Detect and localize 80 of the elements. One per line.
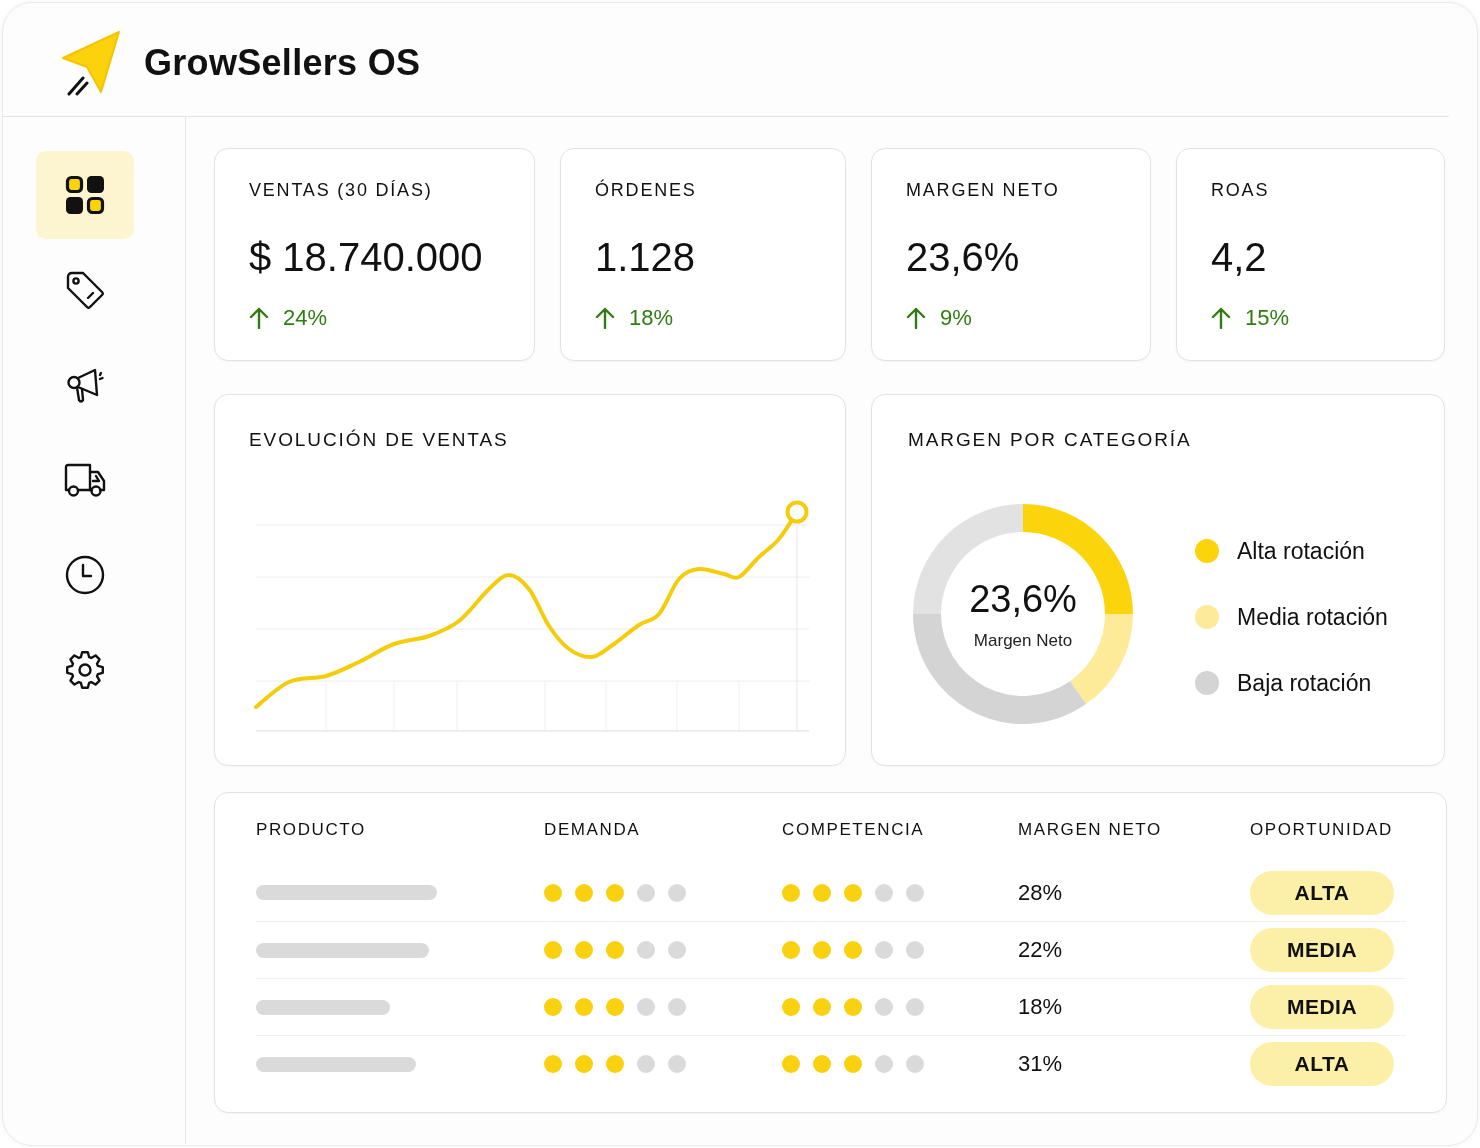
rating-dot-icon bbox=[637, 1055, 655, 1073]
margin-value: 22% bbox=[1018, 936, 1063, 964]
rating-dot-icon bbox=[668, 1055, 686, 1073]
rating-dot-icon bbox=[844, 1055, 862, 1073]
rating-dot-icon bbox=[544, 883, 562, 902]
column-header: MARGEN NETO bbox=[1018, 819, 1163, 841]
rating-dot-icon bbox=[575, 941, 593, 959]
rating-dot-icon bbox=[844, 883, 862, 902]
tag-icon bbox=[65, 270, 105, 310]
rating-dot-icon bbox=[606, 941, 624, 959]
rating-dot-icon bbox=[906, 941, 924, 959]
clock-icon bbox=[65, 555, 105, 595]
kpi-value: 23,6% bbox=[906, 234, 1021, 281]
kpi-change: 24% bbox=[283, 304, 328, 332]
legend-label: Alta rotación bbox=[1237, 537, 1365, 566]
kpi-label: ÓRDENES bbox=[595, 178, 698, 202]
rating-dot-icon bbox=[813, 998, 831, 1016]
column-header: COMPETENCIA bbox=[782, 819, 926, 841]
rating-dot-icon bbox=[813, 1055, 831, 1073]
rating-dot-icon bbox=[782, 941, 800, 959]
rating-dot-icon bbox=[906, 998, 924, 1016]
legend-label: Baja rotación bbox=[1237, 669, 1372, 698]
rating-dot-icon bbox=[668, 998, 686, 1016]
rating-dot-icon bbox=[844, 941, 862, 959]
kpi-label: ROAS bbox=[1211, 179, 1271, 202]
kpi-change: 18% bbox=[629, 304, 674, 332]
rating-dot-icon bbox=[575, 998, 593, 1016]
rating-dot-icon bbox=[544, 1055, 562, 1073]
opportunity-badge: MEDIA bbox=[1250, 985, 1394, 1029]
endpoint-marker-icon bbox=[785, 500, 809, 524]
rating-dot-icon bbox=[637, 998, 655, 1016]
rating-dot-icon bbox=[575, 1055, 593, 1073]
rating-dot-icon bbox=[813, 941, 831, 959]
opportunity-badge: ALTA bbox=[1250, 1042, 1394, 1086]
rating-dot-icon bbox=[906, 1055, 924, 1073]
opportunity-badge: ALTA bbox=[1250, 870, 1394, 915]
rating-dot-icon bbox=[544, 941, 562, 959]
settings-icon bbox=[65, 650, 105, 690]
rating-dot-icon bbox=[875, 941, 893, 959]
kpi-value: 1.128 bbox=[595, 234, 697, 281]
column-header: PRODUCTO bbox=[256, 819, 367, 841]
rating-dot-icon bbox=[875, 1055, 893, 1073]
rating-dot-icon bbox=[875, 998, 893, 1016]
rating-dot-icon bbox=[606, 998, 624, 1016]
margin-value: 31% bbox=[1018, 1050, 1063, 1078]
rating-dot-icon bbox=[813, 883, 831, 902]
column-header: OPORTUNIDAD bbox=[1250, 819, 1394, 841]
donut-center-value: 23,6% bbox=[969, 576, 1077, 621]
rating-dot-icon bbox=[875, 883, 893, 902]
kpi-label: VENTAS (30 DÍAS) bbox=[249, 179, 434, 202]
grid-icon bbox=[65, 175, 105, 215]
rating-dot-icon bbox=[668, 883, 686, 902]
rating-dot-icon bbox=[668, 941, 686, 959]
chart-title: EVOLUCIÓN DE VENTAS bbox=[249, 428, 510, 452]
margin-value: 28% bbox=[1018, 878, 1063, 907]
rating-dot-icon bbox=[575, 883, 593, 902]
chart-title: MARGEN POR CATEGORÍA bbox=[908, 428, 1193, 452]
rating-dot-icon bbox=[782, 883, 800, 902]
rating-dot-icon bbox=[606, 1055, 624, 1073]
app-title: GrowSellers OS bbox=[144, 41, 421, 84]
rating-dot-icon bbox=[637, 941, 655, 959]
rating-dot-icon bbox=[782, 1055, 800, 1073]
legend-label: Media rotación bbox=[1237, 603, 1388, 632]
rating-dot-icon bbox=[606, 883, 624, 902]
kpi-value: $ 18.740.000 bbox=[249, 234, 484, 281]
rating-dot-icon bbox=[637, 883, 655, 902]
rating-dot-icon bbox=[782, 998, 800, 1016]
rating-dot-icon bbox=[906, 883, 924, 902]
column-header: DEMANDA bbox=[544, 819, 642, 841]
kpi-change: 15% bbox=[1245, 304, 1290, 332]
kpi-label: MARGEN NETO bbox=[906, 179, 1061, 202]
donut-center-label: Margen Neto bbox=[973, 629, 1073, 652]
rating-dot-icon bbox=[544, 998, 562, 1016]
margin-value: 18% bbox=[1018, 993, 1063, 1021]
rating-dot-icon bbox=[844, 998, 862, 1016]
opportunity-badge: MEDIA bbox=[1250, 928, 1394, 972]
kpi-change: 9% bbox=[940, 304, 972, 332]
kpi-value: 4,2 bbox=[1211, 234, 1268, 281]
paper-plane-logo-icon bbox=[60, 29, 122, 96]
sidebar-item[interactable] bbox=[36, 151, 134, 239]
